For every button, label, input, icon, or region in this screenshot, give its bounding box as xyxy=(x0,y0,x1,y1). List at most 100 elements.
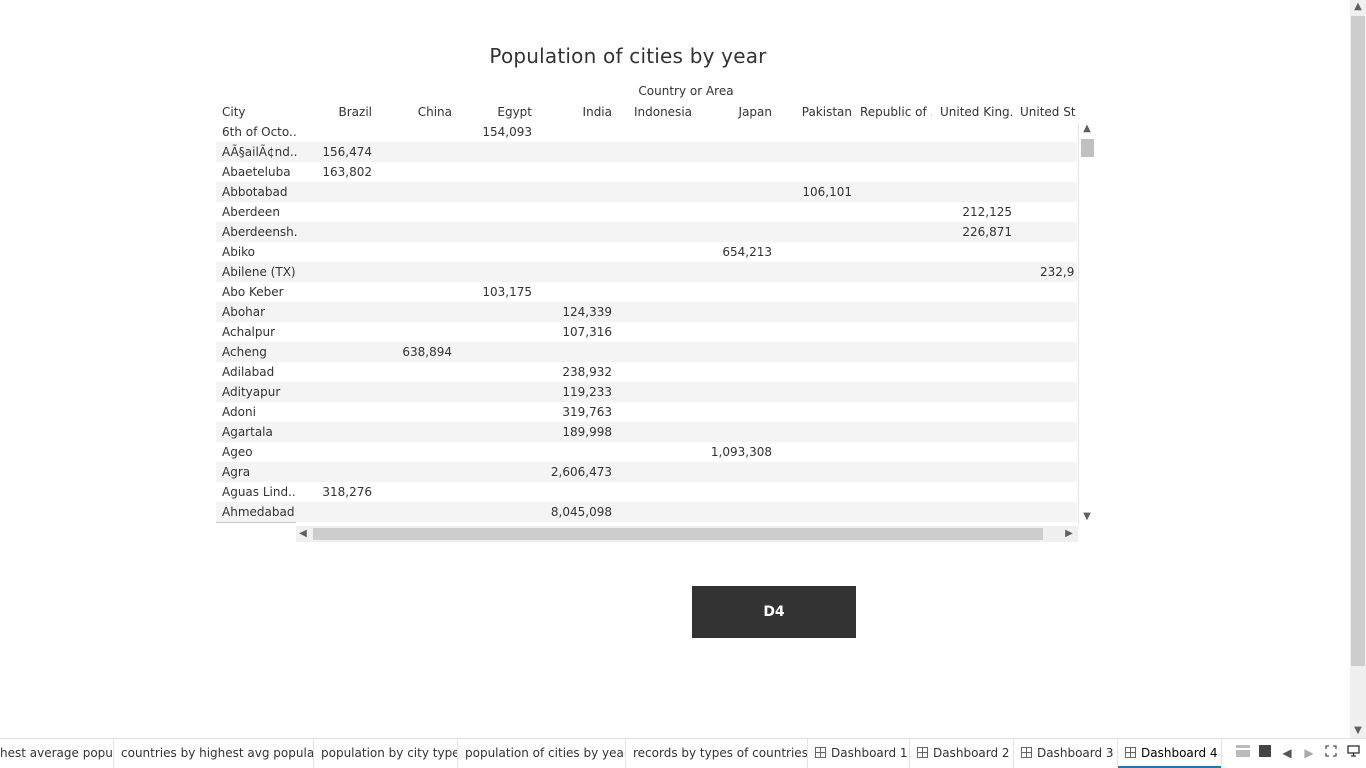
table-row[interactable]: Agra 2,606,473 xyxy=(216,462,1077,482)
city-cell: Aberdeensh.. xyxy=(222,225,298,239)
table-row[interactable]: 6th of Octo.. 154,093 xyxy=(216,122,1077,142)
population-cell: 212,125 xyxy=(962,205,1012,219)
city-cell: Achalpur xyxy=(222,325,276,339)
population-cell: 107,316 xyxy=(562,325,612,339)
table-row[interactable]: Abiko 654,213 xyxy=(216,242,1077,262)
tab-label: Dashboard 4 xyxy=(1141,746,1218,760)
tab-label: Dashboard 3 xyxy=(1037,746,1114,760)
page-scroll-down-icon[interactable]: ▼ xyxy=(1350,724,1366,738)
tab-dashboard-3[interactable]: Dashboard 3 xyxy=(1014,739,1118,768)
row-header-divider xyxy=(216,522,296,523)
tab-dashboard-1[interactable]: Dashboard 1 xyxy=(808,739,910,768)
column-header-egypt[interactable]: Egypt xyxy=(460,104,532,120)
city-cell: Ahmedabad xyxy=(222,505,295,519)
column-header-united-sta[interactable]: United Sta.. xyxy=(1020,104,1076,120)
tab-dashboard-2[interactable]: Dashboard 2 xyxy=(910,739,1014,768)
table-row[interactable]: Adityapur 119,233 xyxy=(216,382,1077,402)
table-row[interactable]: Aberdeen 212,125 xyxy=(216,202,1077,222)
city-cell: Abohar xyxy=(222,305,266,319)
table-row[interactable]: Adilabad 238,932 xyxy=(216,362,1077,382)
population-cell: 238,932 xyxy=(562,365,612,379)
fullscreen-icon[interactable] xyxy=(1322,744,1340,762)
vertical-scroll-thumb[interactable] xyxy=(1081,139,1094,157)
column-group-header: Country or Area xyxy=(638,84,734,98)
page-vertical-scrollbar[interactable]: ▲ ▼ xyxy=(1350,0,1366,740)
tab-label: Dashboard 2 xyxy=(933,746,1010,760)
population-cell: 103,175 xyxy=(482,285,532,299)
city-cell: Agra xyxy=(222,465,251,479)
column-header-united-king[interactable]: United King.. xyxy=(940,104,1012,120)
scroll-down-icon[interactable]: ▼ xyxy=(1079,510,1095,524)
scroll-right-icon[interactable]: ▶ xyxy=(1062,527,1076,541)
dashboard-icon xyxy=(815,747,826,758)
table-row[interactable]: Abaeteluba 163,802 xyxy=(216,162,1077,182)
dashboard-icon xyxy=(1021,747,1032,758)
tab-records-by-types-of-countries[interactable]: records by types of countries xyxy=(626,739,808,768)
city-cell: Acheng xyxy=(222,345,267,359)
table-row[interactable]: Abilene (TX) 232,9 xyxy=(216,262,1077,282)
city-cell: Abiko xyxy=(222,245,256,259)
table-row[interactable]: Ahmedabad 8,045,098 xyxy=(216,502,1077,522)
dashboard-icon xyxy=(1125,747,1136,758)
table-horizontal-scrollbar[interactable]: ◀ ▶ xyxy=(296,526,1078,542)
column-header-china[interactable]: China xyxy=(380,104,452,120)
city-cell: Adilabad xyxy=(222,365,275,379)
population-cell: 1,093,308 xyxy=(710,445,772,459)
table-row[interactable]: Abbotabad 106,101 xyxy=(216,182,1077,202)
scroll-left-icon[interactable]: ◀ xyxy=(296,527,310,541)
table-row[interactable]: Ageo 1,093,308 xyxy=(216,442,1077,462)
page-scroll-thumb[interactable] xyxy=(1351,16,1365,666)
d4-button[interactable]: D4 xyxy=(692,586,856,638)
table-row[interactable]: Agartala 189,998 xyxy=(216,422,1077,442)
population-cell: 106,101 xyxy=(802,185,852,199)
table-row[interactable]: Aguas Lind.. 318,276 xyxy=(216,482,1077,502)
tab-label: Dashboard 1 xyxy=(831,746,908,760)
next-sheet-icon[interactable]: ▶ xyxy=(1300,744,1318,762)
city-cell: Aguas Lind.. xyxy=(222,485,296,499)
population-cell: 226,871 xyxy=(962,225,1012,239)
population-cell: 8,045,098 xyxy=(550,505,612,519)
population-cell: 119,233 xyxy=(562,385,612,399)
previous-sheet-icon[interactable]: ◀ xyxy=(1278,744,1296,762)
column-header-republic-of[interactable]: Republic of .. xyxy=(860,104,932,120)
scroll-up-icon[interactable]: ▲ xyxy=(1079,122,1095,136)
table-row[interactable]: Abo Keber 103,175 xyxy=(216,282,1077,302)
city-cell: Adoni xyxy=(222,405,256,419)
filmstrip-view-icon[interactable] xyxy=(1234,744,1252,762)
population-cell: 638,894 xyxy=(402,345,452,359)
tab-label: population of cities by year xyxy=(465,746,626,760)
page-title: Population of cities by year xyxy=(489,44,767,68)
city-cell: 6th of Octo.. xyxy=(222,125,297,139)
table-vertical-scrollbar[interactable]: ▲ ▼ xyxy=(1078,122,1096,524)
column-header-japan[interactable]: Japan xyxy=(700,104,772,120)
column-header-india[interactable]: India xyxy=(540,104,612,120)
column-header-pakistan[interactable]: Pakistan xyxy=(780,104,852,120)
tab-population-by-city-type[interactable]: population by city type xyxy=(314,739,458,768)
population-cell: 163,802 xyxy=(322,165,372,179)
tab-label: population by city type xyxy=(321,746,458,760)
tab-view-icon[interactable] xyxy=(1256,744,1274,762)
tab-countries-by-highest-avg-populat[interactable]: countries by highest avg populat... xyxy=(114,739,314,768)
city-cell: Ageo xyxy=(222,445,253,459)
tab-population-of-cities-by-year[interactable]: population of cities by year xyxy=(458,739,626,768)
table-row[interactable]: Aberdeensh.. 226,871 xyxy=(216,222,1077,242)
population-cell: 2,606,473 xyxy=(550,465,612,479)
table-row[interactable]: Abohar 124,339 xyxy=(216,302,1077,322)
city-column-header[interactable]: City xyxy=(222,104,292,120)
horizontal-scroll-thumb[interactable] xyxy=(313,528,1043,540)
table-row[interactable]: Achalpur 107,316 xyxy=(216,322,1077,342)
dashboard-icon xyxy=(917,747,928,758)
tab-dashboard-4[interactable]: Dashboard 4 xyxy=(1118,739,1222,768)
city-cell: Aberdeen xyxy=(222,205,280,219)
page-scroll-up-icon[interactable]: ▲ xyxy=(1350,0,1366,14)
column-header-indonesia[interactable]: Indonesia xyxy=(620,104,692,120)
table-row[interactable]: Adoni 319,763 xyxy=(216,402,1077,422)
column-header-brazil[interactable]: Brazil xyxy=(300,104,373,120)
population-cell: 124,339 xyxy=(562,305,612,319)
table-row[interactable]: Acheng 638,894 xyxy=(216,342,1077,362)
tab-hest-average-popu[interactable]: hest average popu... xyxy=(0,739,114,768)
table-row[interactable]: AÃ§ailÃ¢nd.. 156,474 xyxy=(216,142,1077,162)
sheet-tab-bar: hest average popu... countries by highest… xyxy=(0,738,1366,768)
presentation-mode-icon[interactable] xyxy=(1344,744,1362,762)
table-header-row: City Brazil China Egypt India Indonesia Japan… xyxy=(216,102,1076,122)
